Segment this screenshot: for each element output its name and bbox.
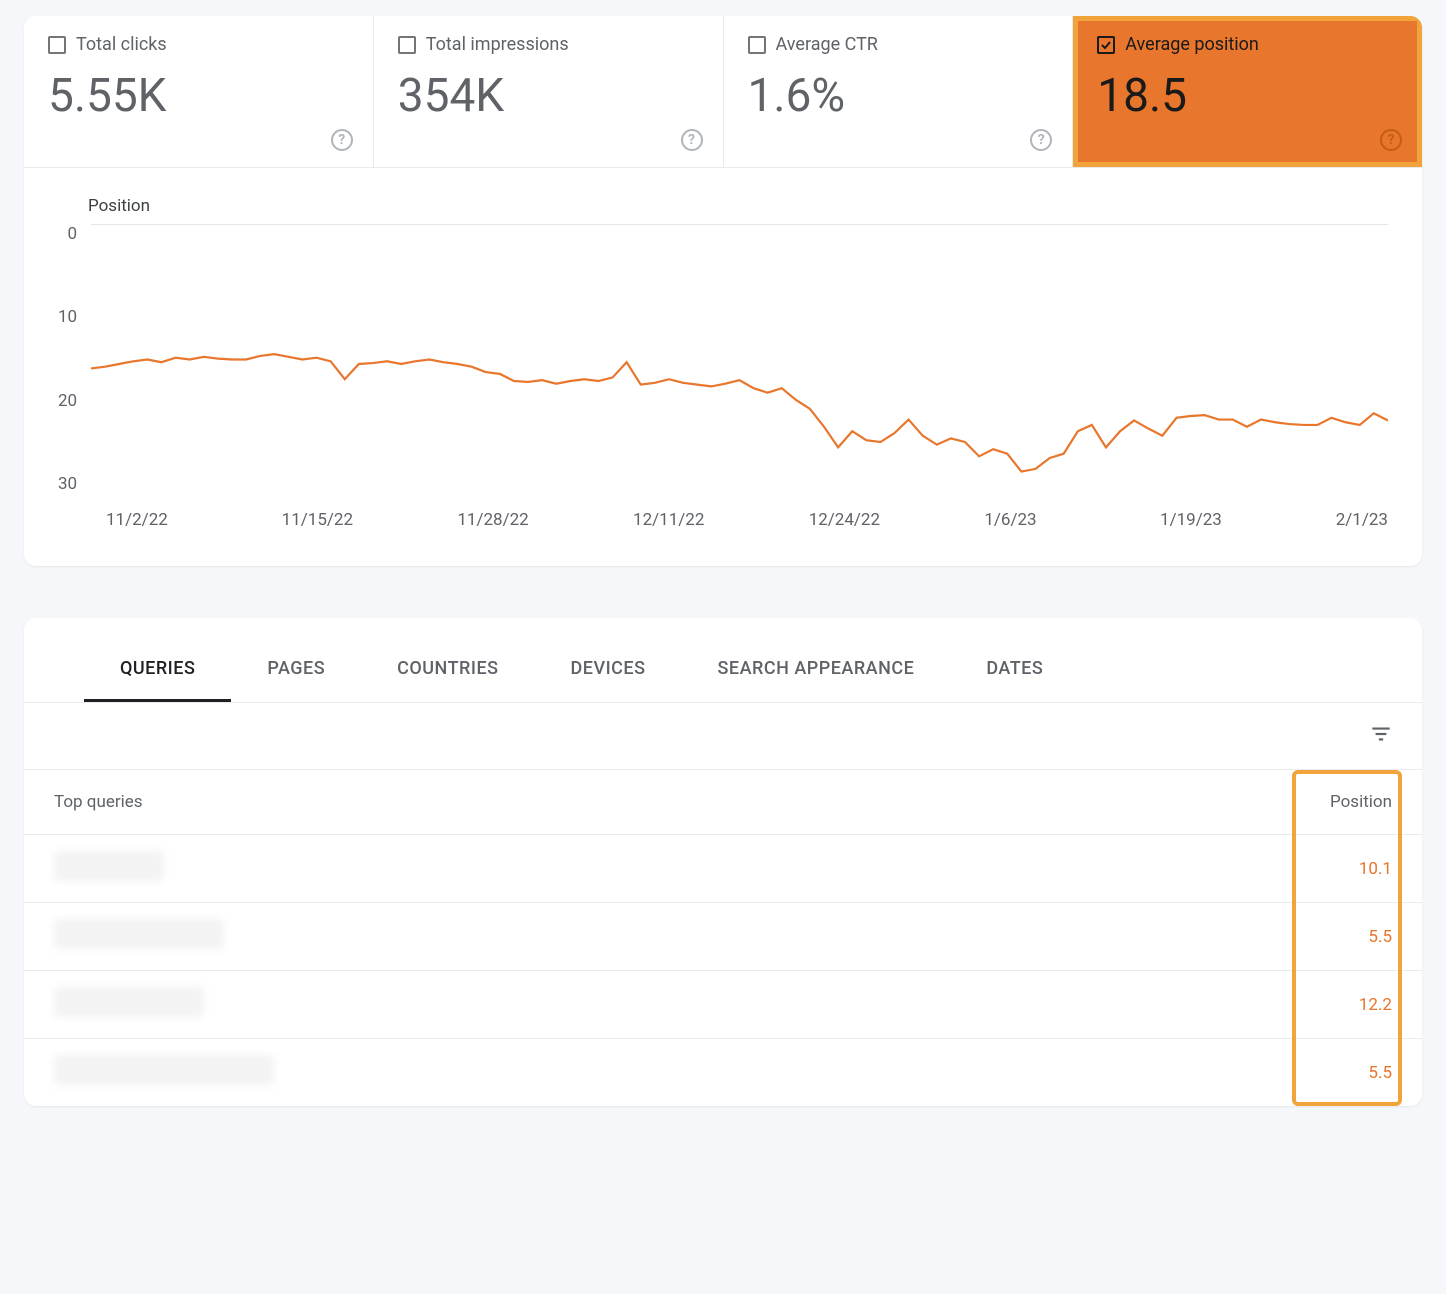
table-row[interactable]: 5.5 — [24, 903, 1422, 971]
tab-countries[interactable]: COUNTRIES — [361, 638, 534, 702]
x-tick: 11/2/22 — [106, 510, 282, 530]
x-tick: 12/24/22 — [809, 510, 985, 530]
tab-pages[interactable]: PAGES — [231, 638, 361, 702]
y-axis: 0 10 20 30 — [58, 224, 91, 494]
column-header-queries[interactable]: Top queries — [54, 792, 1302, 812]
metrics-row: Total clicks 5.55K? Total impressions 354K?… — [24, 16, 1422, 168]
position-value: 5.5 — [1302, 1063, 1392, 1083]
y-tick: 20 — [58, 391, 77, 411]
performance-card: Total clicks 5.55K? Total impressions 354K?… — [24, 16, 1422, 566]
query-label-redacted — [54, 851, 164, 881]
metric-label: Total impressions — [426, 34, 569, 55]
query-label-redacted — [54, 987, 204, 1017]
position-value: 5.5 — [1302, 927, 1392, 947]
x-tick: 1/19/23 — [1160, 510, 1336, 530]
help-icon[interactable]: ? — [681, 129, 703, 151]
position-value: 10.1 — [1302, 859, 1392, 879]
chart-title: Position — [88, 196, 1388, 216]
column-header-position[interactable]: Position — [1302, 792, 1392, 812]
metric-average-position[interactable]: Average position 18.5? — [1073, 16, 1422, 167]
metric-value: 18.5 — [1097, 69, 1398, 123]
filter-row — [24, 703, 1422, 770]
dimension-tabs: QUERIESPAGESCOUNTRIESDEVICESSEARCH APPEA… — [24, 618, 1422, 703]
metric-checkbox[interactable] — [48, 36, 66, 54]
y-tick: 30 — [58, 474, 77, 494]
help-icon[interactable]: ? — [1380, 129, 1402, 151]
metric-total-impressions[interactable]: Total impressions 354K? — [374, 16, 724, 167]
x-tick: 1/6/23 — [984, 510, 1160, 530]
dimensions-card: QUERIESPAGESCOUNTRIESDEVICESSEARCH APPEA… — [24, 618, 1422, 1106]
metric-checkbox[interactable] — [398, 36, 416, 54]
help-icon[interactable]: ? — [331, 129, 353, 151]
y-tick: 10 — [58, 307, 77, 327]
metric-value: 5.55K — [48, 69, 349, 123]
position-value: 12.2 — [1302, 995, 1392, 1015]
metric-average-ctr[interactable]: Average CTR 1.6%? — [724, 16, 1074, 167]
x-tick: 11/28/22 — [457, 510, 633, 530]
tab-search-appearance[interactable]: SEARCH APPEARANCE — [682, 638, 951, 702]
metric-value: 354K — [398, 69, 699, 123]
chart-plot — [91, 224, 1388, 494]
table-row[interactable]: 12.2 — [24, 971, 1422, 1039]
tab-queries[interactable]: QUERIES — [84, 638, 231, 702]
x-tick: 11/15/22 — [282, 510, 458, 530]
queries-table: Top queries Position 10.1 5.5 12.2 5.5 — [24, 770, 1422, 1106]
tab-dates[interactable]: DATES — [950, 638, 1079, 702]
metric-checkbox[interactable] — [748, 36, 766, 54]
metric-total-clicks[interactable]: Total clicks 5.55K? — [24, 16, 374, 167]
x-tick: 2/1/23 — [1336, 510, 1388, 530]
tab-devices[interactable]: DEVICES — [535, 638, 682, 702]
query-label-redacted — [54, 1055, 274, 1085]
position-chart: Position 0 10 20 30 11/2/2211/15/2211/28/22… — [24, 168, 1422, 566]
metric-label: Average position — [1125, 34, 1259, 55]
metric-label: Average CTR — [776, 34, 878, 55]
x-tick: 12/11/22 — [633, 510, 809, 530]
metric-label: Total clicks — [76, 34, 167, 55]
table-row[interactable]: 10.1 — [24, 835, 1422, 903]
metric-checkbox[interactable] — [1097, 36, 1115, 54]
y-tick: 0 — [58, 224, 77, 244]
table-header-row: Top queries Position — [24, 770, 1422, 835]
query-label-redacted — [54, 919, 224, 949]
table-row[interactable]: 5.5 — [24, 1039, 1422, 1106]
help-icon[interactable]: ? — [1030, 129, 1052, 151]
x-axis: 11/2/2211/15/2211/28/2212/11/2212/24/221… — [106, 510, 1388, 530]
metric-value: 1.6% — [748, 69, 1049, 123]
filter-icon[interactable] — [1368, 721, 1394, 751]
